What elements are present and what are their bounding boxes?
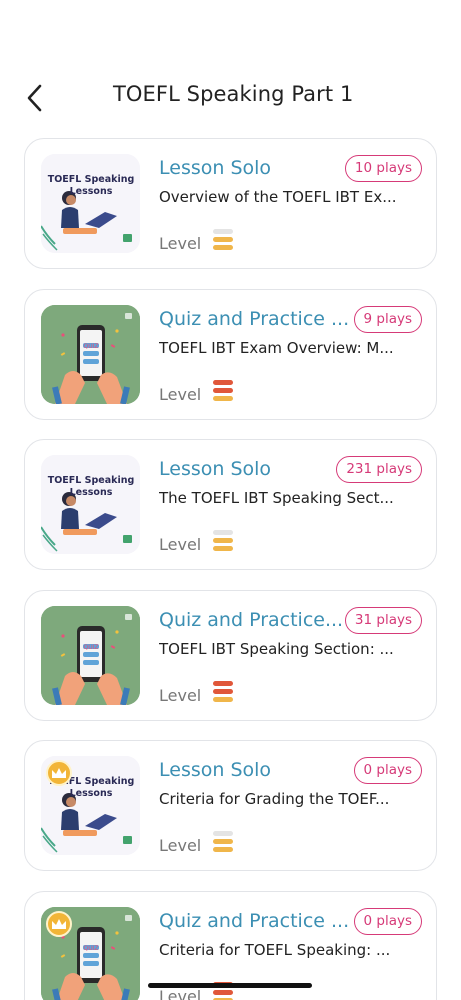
level-bar-middle xyxy=(213,538,233,543)
card-subtitle: Criteria for TOEFL Speaking: ... xyxy=(159,940,391,959)
level-bars-icon xyxy=(213,530,233,556)
plays-badge: 31 plays xyxy=(344,606,422,634)
thumbnail-title: QUIZ xyxy=(83,342,99,350)
premium-crown-icon xyxy=(46,760,72,786)
plays-badge: 0 plays xyxy=(353,907,422,935)
page-title: TOEFL Speaking Part 1 xyxy=(113,82,354,106)
card-type-label: Lesson Solo xyxy=(159,458,272,480)
quiz-thumbnail: QUIZ xyxy=(41,304,140,404)
lesson-card[interactable]: QUIZ Quiz and Practice... 31 plays TOEFL… xyxy=(24,589,437,721)
card-type-label: Lesson Solo xyxy=(159,157,272,179)
card-subtitle: Overview of the TOEFL IBT Ex... xyxy=(159,188,397,206)
back-button[interactable] xyxy=(18,78,54,118)
level-bar-middle xyxy=(213,839,233,844)
card-subtitle: TOEFL IBT Exam Overview: M... xyxy=(159,338,394,357)
level-bar-top xyxy=(213,530,233,535)
plays-badge: 0 plays xyxy=(353,757,422,784)
lesson-thumbnail: TOEFL Speaking Lessons xyxy=(41,154,140,253)
chevron-left-icon xyxy=(27,84,42,112)
level-bars-icon xyxy=(213,680,233,707)
card-subtitle: The TOEFL IBT Speaking Sect... xyxy=(159,489,394,507)
card-subtitle: TOEFL IBT Speaking Section: ... xyxy=(159,639,394,658)
lesson-thumbnail: TOEFL Speaking Lessons xyxy=(41,455,140,554)
level-bar-bottom xyxy=(213,847,233,852)
level-label: Level xyxy=(159,535,202,554)
plays-badge: 10 plays xyxy=(344,155,422,182)
level-bar-bottom xyxy=(213,245,233,250)
thumbnail-title: QUIZ xyxy=(83,944,99,952)
level-label: Level xyxy=(159,685,202,705)
thumbnail-title: TOEFL Speaking Lessons xyxy=(47,174,135,197)
card-type-label: Quiz and Practice ... xyxy=(159,909,350,932)
level-bar-bottom xyxy=(213,546,233,551)
level-bar-middle xyxy=(213,989,233,995)
level-bar-top xyxy=(213,831,233,836)
level-bar-middle xyxy=(213,688,233,694)
level-label: Level xyxy=(159,836,202,855)
thumbnail-title: TOEFL Speaking Lessons xyxy=(47,475,135,498)
level-label: Level xyxy=(159,986,202,1000)
plays-badge: 9 plays xyxy=(353,305,422,333)
lesson-card[interactable]: QUIZ Quiz and Practice ... 9 plays TOEFL… xyxy=(24,288,437,420)
lesson-card[interactable]: TOEFL Speaking Lessons Lesson Solo 0 pla… xyxy=(24,740,437,871)
lesson-card[interactable]: TOEFL Speaking Lessons Lesson Solo 10 pl… xyxy=(24,138,437,269)
level-bars-icon xyxy=(213,229,233,255)
level-bar-top xyxy=(213,229,233,234)
plays-badge: 231 plays xyxy=(336,456,422,483)
level-bars-icon xyxy=(213,379,233,406)
header: TOEFL Speaking Part 1 xyxy=(0,70,461,126)
level-bars-icon xyxy=(213,831,233,857)
card-type-label: Quiz and Practice... xyxy=(159,608,344,631)
home-indicator[interactable] xyxy=(148,983,312,988)
level-bar-top xyxy=(213,680,233,686)
quiz-thumbnail: QUIZ xyxy=(41,605,140,705)
level-bar-bottom xyxy=(213,696,233,702)
card-subtitle: Criteria for Grading the TOEF... xyxy=(159,790,390,808)
thumbnail-title: QUIZ xyxy=(83,643,99,651)
level-bar-top xyxy=(213,379,233,385)
lesson-thumbnail: TOEFL Speaking Lessons xyxy=(41,756,140,855)
level-bar-bottom xyxy=(213,395,233,401)
level-bar-middle xyxy=(213,387,233,393)
premium-crown-icon xyxy=(46,910,72,937)
lesson-card[interactable]: TOEFL Speaking Lessons Lesson Solo 231 p… xyxy=(24,439,437,570)
level-label: Level xyxy=(159,384,202,404)
quiz-thumbnail: QUIZ xyxy=(41,906,140,1000)
level-label: Level xyxy=(159,234,202,253)
card-type-label: Lesson Solo xyxy=(159,759,272,781)
level-bar-middle xyxy=(213,237,233,242)
card-type-label: Quiz and Practice ... xyxy=(159,307,350,330)
